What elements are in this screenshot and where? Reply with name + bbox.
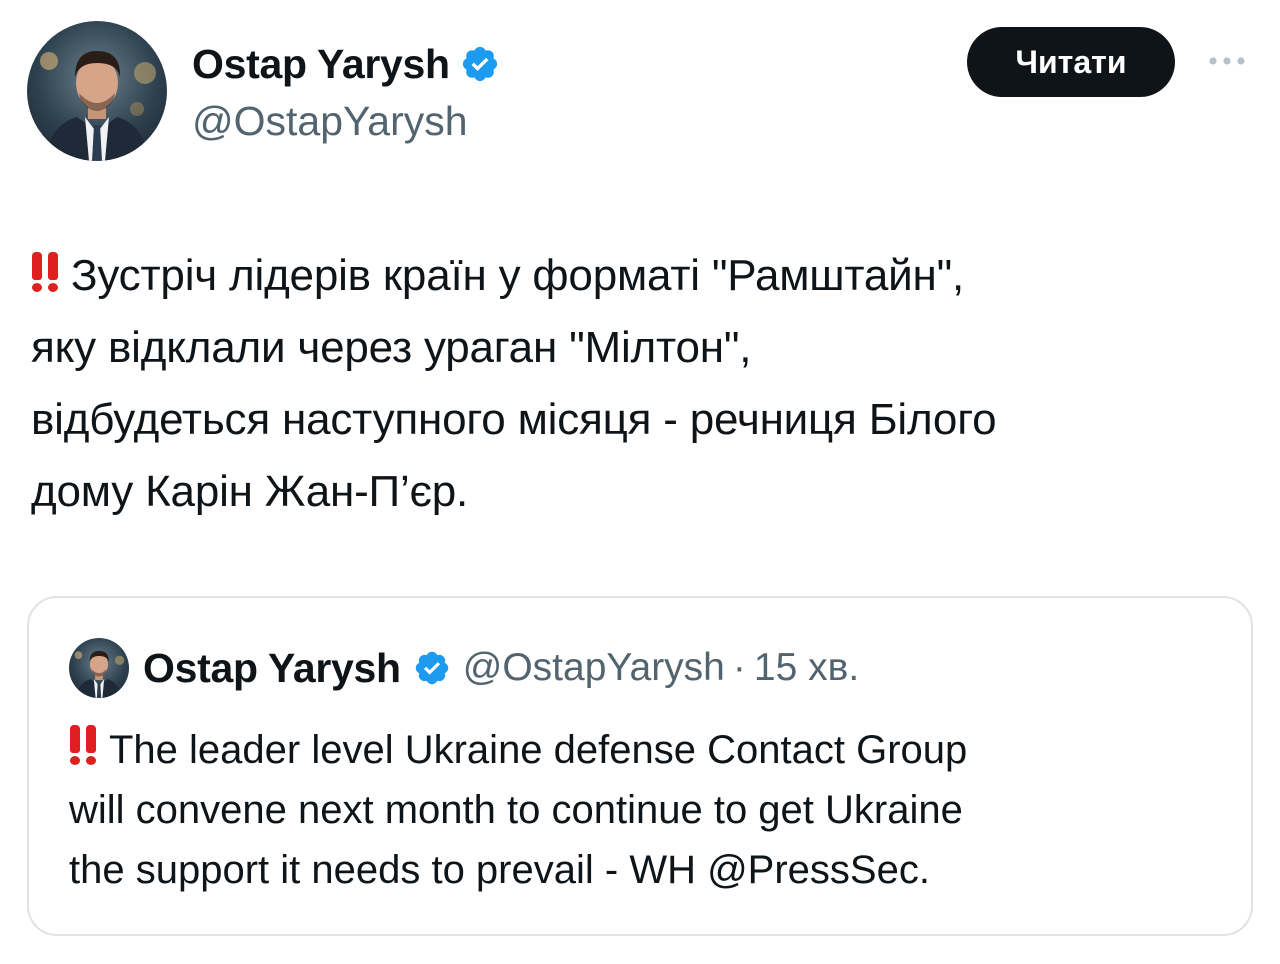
quoted-tweet-header: Ostap Yarysh @OstapYarysh · 15 хв. [69, 638, 859, 698]
more-options-button[interactable] [1204, 46, 1250, 76]
author-avatar[interactable] [27, 21, 167, 161]
read-button[interactable]: Читати [967, 27, 1175, 97]
quoted-author-avatar[interactable] [69, 638, 129, 698]
quoted-tweet-text: The leader level Ukraine defense Contact… [69, 720, 1229, 900]
tweet-text-line: Зустріч лідерів країн у форматі "Рамштай… [31, 240, 1266, 312]
quoted-author-handle[interactable]: @OstapYarysh [463, 646, 725, 690]
avatar-photo [27, 21, 167, 161]
verified-badge-icon [413, 649, 451, 687]
double-exclamation-icon [69, 725, 97, 765]
quoted-text-line: The leader level Ukraine defense Contact… [69, 720, 1229, 780]
tweet-text-line-3: відбудеться наступного місяця - речниця … [31, 395, 997, 444]
author-name-row[interactable]: Ostap Yarysh [192, 38, 500, 90]
tweet-text-line-2: яку відклали через ураган "Мілтон", [31, 323, 752, 372]
avatar-photo [69, 638, 129, 698]
quoted-text-line-3: the support it needs to prevail - WH @Pr… [69, 848, 930, 892]
quoted-tweet-card[interactable]: Ostap Yarysh @OstapYarysh · 15 хв. The l… [27, 596, 1253, 936]
more-horizontal-icon [1209, 57, 1245, 65]
tweet-text: Зустріч лідерів країн у форматі "Рамштай… [31, 240, 1266, 528]
quoted-author-name[interactable]: Ostap Yarysh [143, 645, 401, 692]
verified-badge-icon [460, 44, 500, 84]
quoted-tweet-timestamp[interactable]: 15 хв. [754, 646, 859, 690]
author-handle[interactable]: @OstapYarysh [192, 98, 468, 145]
quoted-text-line-2: will convene next month to continue to g… [69, 788, 963, 832]
double-exclamation-icon [31, 252, 59, 292]
tweet-text-line-4: дому Карін Жан-П’єр. [31, 467, 469, 516]
author-name[interactable]: Ostap Yarysh [192, 41, 450, 88]
meta-separator: · [732, 646, 746, 689]
quoted-text-line-1: The leader level Ukraine defense Contact… [109, 728, 968, 772]
tweet-text-line-1: Зустріч лідерів країн у форматі "Рамштай… [71, 251, 965, 300]
